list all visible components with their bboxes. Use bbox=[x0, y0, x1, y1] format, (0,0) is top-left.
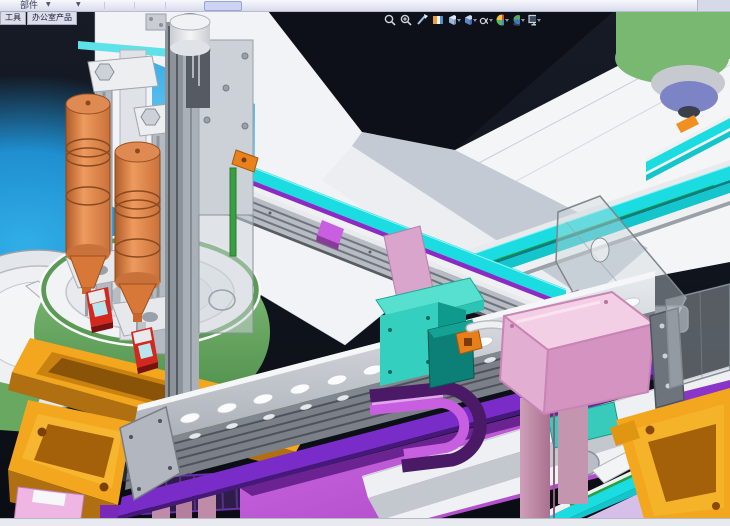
tab-tools[interactable]: 工具 bbox=[0, 11, 26, 25]
heads-up-view-toolbar bbox=[383, 13, 541, 27]
apply-scene-icon[interactable] bbox=[511, 13, 525, 27]
cad-application-window: 部件 ▼ ▼ 工具 办公室产品 bbox=[0, 0, 730, 526]
view-orientation-icon[interactable] bbox=[447, 13, 461, 27]
chevron-down-icon[interactable]: ▼ bbox=[76, 1, 81, 8]
zoom-to-area-icon[interactable] bbox=[399, 13, 413, 27]
previous-view-icon[interactable] bbox=[415, 13, 429, 27]
component-label: 部件 bbox=[20, 0, 38, 11]
toolbar-end-block[interactable] bbox=[697, 0, 730, 11]
display-style-icon[interactable] bbox=[463, 13, 477, 27]
status-bar bbox=[0, 518, 730, 526]
zoom-to-fit-icon[interactable] bbox=[383, 13, 397, 27]
view-settings-icon[interactable] bbox=[527, 13, 541, 27]
top-toolbar: 部件 ▼ ▼ bbox=[0, 0, 730, 12]
toolbar-separator bbox=[165, 2, 166, 9]
3d-viewport[interactable] bbox=[0, 11, 730, 518]
chevron-down-icon[interactable]: ▼ bbox=[46, 1, 51, 8]
toolbar-separator bbox=[104, 2, 105, 9]
toolbar-raised-button[interactable] bbox=[204, 1, 242, 11]
section-view-icon[interactable] bbox=[431, 13, 445, 27]
edit-appearance-icon[interactable] bbox=[495, 13, 509, 27]
command-tabs: 工具 办公室产品 bbox=[0, 11, 78, 25]
tab-office-products[interactable]: 办公室产品 bbox=[27, 11, 77, 25]
hide-show-items-icon[interactable] bbox=[479, 13, 493, 27]
toolbar-separator bbox=[134, 2, 135, 9]
